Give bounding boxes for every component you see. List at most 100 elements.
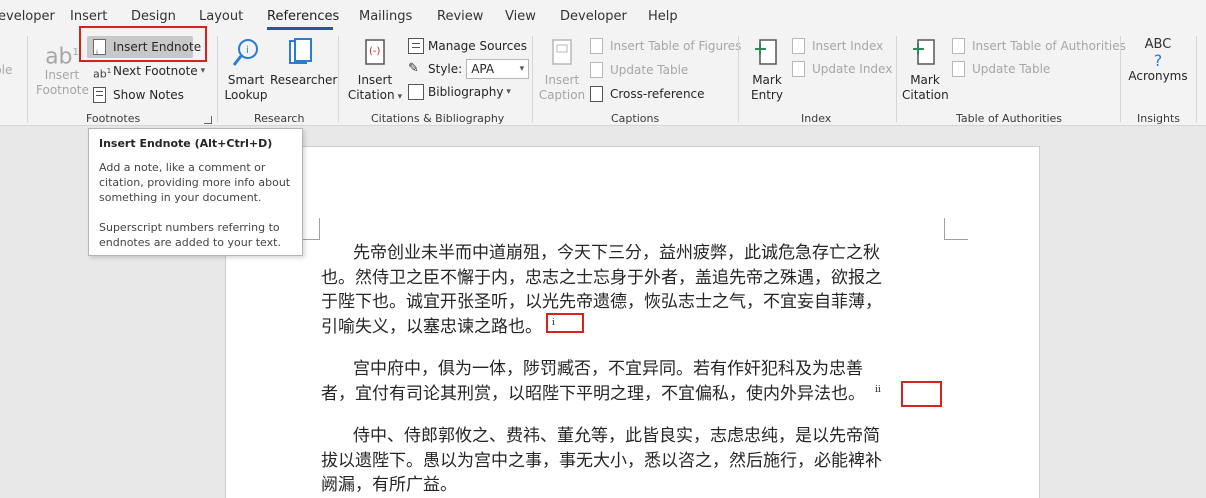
insert-caption-label-1: Insert [544, 73, 580, 87]
bibliography-button[interactable]: Bibliography ▾ [408, 82, 511, 102]
smart-lookup-label-2: Lookup [224, 88, 268, 102]
tab-references[interactable]: References [267, 9, 339, 24]
acronyms-button[interactable]: ABC ? Acronyms [1126, 37, 1190, 84]
partial-group-top-label: ble [0, 63, 13, 77]
chevron-down-icon: ▾ [397, 92, 403, 102]
show-notes-label: Show Notes [113, 88, 184, 102]
mark-entry-button[interactable]: Mark Entry [745, 37, 789, 103]
endnote-reference-mark[interactable]: ii [875, 385, 881, 395]
tab-design[interactable]: Design [131, 9, 176, 24]
insert-citation-label-1: Insert [357, 73, 393, 87]
group-separator [1120, 36, 1121, 122]
tab-developer[interactable]: Developer [560, 9, 627, 24]
tab-review[interactable]: Review [437, 9, 483, 24]
insert-index-button[interactable]: Insert Index [792, 36, 883, 56]
insert-caption-button[interactable]: Insert Caption [538, 37, 586, 103]
cross-reference-icon [590, 86, 606, 102]
insert-endnote-highlight-box [79, 26, 207, 62]
update-table-icon [590, 62, 606, 78]
show-notes-button[interactable]: Show Notes [93, 85, 184, 105]
document-paragraph-1[interactable]: 先帝创业未半而中道崩殂，今天下三分，益州疲弊，此诚危急存亡之秋 也。然侍卫之臣不… [321, 241, 941, 339]
group-separator [532, 36, 533, 122]
insert-index-icon [792, 38, 808, 54]
paragraph-line: 拔以遗陛下。愚以为宫中之事，事无大小，悉以咨之，然后施行，必能裨补 [321, 450, 882, 471]
chevron-down-icon: ▾ [506, 87, 511, 97]
update-index-icon [792, 61, 808, 77]
endnote-mark-highlight-box [901, 381, 942, 407]
tab-developer-partial[interactable]: eveloper [0, 9, 55, 24]
group-separator [338, 36, 339, 122]
update-table-toa-label: Update Table [972, 62, 1051, 76]
paragraph-line: 引喻失义，以塞忠谏之路也。 i [321, 315, 941, 340]
tab-help[interactable]: Help [648, 9, 678, 24]
mark-citation-button[interactable]: Mark Citation [902, 37, 949, 103]
mark-citation-label-2: Citation [902, 88, 949, 102]
document-paragraph-2[interactable]: 宫中府中，俱为一体，陟罚臧否，不宜异同。若有作奸犯科及为忠善 者，宜付有司论其刑… [321, 357, 941, 406]
paragraph-line: 于陛下也。诚宜开张圣听，以光先帝遗德，恢弘志士之气，不宜妄自菲薄， [321, 292, 882, 312]
cross-reference-button[interactable]: Cross-reference [590, 84, 705, 104]
document-paragraph-3[interactable]: 侍中、侍郎郭攸之、费祎、董允等，此皆良实，志虑忠纯，是以先帝简 拔以遗陛下。愚以… [321, 424, 941, 498]
insert-caption-icon [552, 39, 572, 65]
update-table-toa-button[interactable]: Update Table [952, 59, 1050, 79]
svg-text:i: i [246, 45, 249, 56]
researcher-icon [289, 38, 312, 64]
style-label: Style: [428, 62, 463, 76]
group-label-footnotes: Footnotes [86, 112, 141, 125]
manage-sources-label: Manage Sources [428, 39, 527, 53]
smart-lookup-label-1: Smart [227, 73, 265, 87]
group-label-captions: Captions [611, 112, 660, 125]
researcher-button[interactable]: Researcher [270, 37, 338, 88]
update-table-captions-label: Update Table [610, 63, 689, 77]
table-of-figures-icon [590, 38, 606, 54]
researcher-label: Researcher [270, 73, 338, 87]
insert-table-of-figures-button[interactable]: Insert Table of Figures [590, 36, 741, 56]
tab-layout[interactable]: Layout [199, 9, 243, 24]
insert-footnote-label-2: Footnote [36, 83, 89, 97]
chevron-down-icon: ▾ [519, 64, 525, 74]
insert-citation-button[interactable]: (-) Insert Citation ▾ [346, 37, 404, 105]
tab-mailings[interactable]: Mailings [359, 9, 412, 24]
smart-lookup-button[interactable]: i Smart Lookup [222, 37, 270, 103]
insert-citation-label-2-text: Citation [347, 88, 395, 102]
paragraph-line: 宫中府中，俱为一体，陟罚臧否，不宜异同。若有作奸犯科及为忠善 [353, 359, 863, 379]
table-of-authorities-icon [952, 38, 968, 54]
mark-entry-label-2: Entry [751, 88, 783, 102]
group-separator [217, 36, 218, 122]
insert-citation-label-2: Citation ▾ [346, 88, 404, 105]
style-dropdown[interactable]: APA ▾ [466, 59, 530, 79]
next-footnote-label: Next Footnote [113, 64, 198, 78]
manage-sources-button[interactable]: Manage Sources [408, 36, 527, 56]
next-footnote-button[interactable]: ab1 Next Footnote ▾ [93, 61, 205, 81]
style-icon: ✎ [408, 61, 419, 76]
group-separator [27, 36, 28, 122]
abc-icon: ABC [1144, 37, 1172, 52]
update-index-label: Update Index [812, 62, 893, 76]
group-label-insights: Insights [1137, 112, 1181, 125]
style-selector: ✎ Style: APA ▾ [408, 59, 530, 79]
style-dropdown-value: APA [471, 62, 495, 76]
show-notes-icon [93, 87, 109, 103]
update-index-button[interactable]: Update Index [792, 59, 892, 79]
tab-insert[interactable]: Insert [70, 9, 107, 24]
tab-view[interactable]: View [505, 9, 536, 24]
insert-table-of-figures-label: Insert Table of Figures [610, 39, 742, 53]
group-label-research: Research [254, 112, 305, 125]
endnote-mark-highlight-box [546, 313, 584, 333]
bibliography-label: Bibliography [428, 85, 504, 99]
insert-endnote-tooltip: Insert Endnote (Alt+Ctrl+D) Add a note, … [88, 128, 303, 256]
tooltip-description: Add a note, like a comment or citation, … [99, 161, 291, 204]
footnotes-dialog-launcher-icon[interactable] [204, 116, 212, 124]
insert-table-of-authorities-button[interactable]: Insert Table of Authorities [952, 36, 1126, 56]
next-footnote-icon: ab1 [93, 67, 112, 81]
paragraph-line: 阙漏，有所广益。 [321, 475, 457, 495]
mark-entry-label-1: Mark [752, 73, 782, 87]
group-label-citations: Citations & Bibliography [371, 112, 505, 125]
update-table-captions-button[interactable]: Update Table [590, 60, 688, 80]
insert-table-of-authorities-label: Insert Table of Authorities [972, 39, 1126, 53]
svg-text:(-): (-) [369, 46, 381, 57]
insert-caption-label-2: Caption [538, 88, 586, 102]
paragraph-line: 侍中、侍郎郭攸之、费祎、董允等，此皆良实，志虑忠纯，是以先帝简 [353, 426, 880, 446]
group-label-table-of-authorities: Table of Authorities [956, 112, 1062, 125]
paragraph-line-text: 引喻失义，以塞忠谏之路也。 [321, 316, 542, 337]
cross-reference-label: Cross-reference [610, 87, 705, 101]
